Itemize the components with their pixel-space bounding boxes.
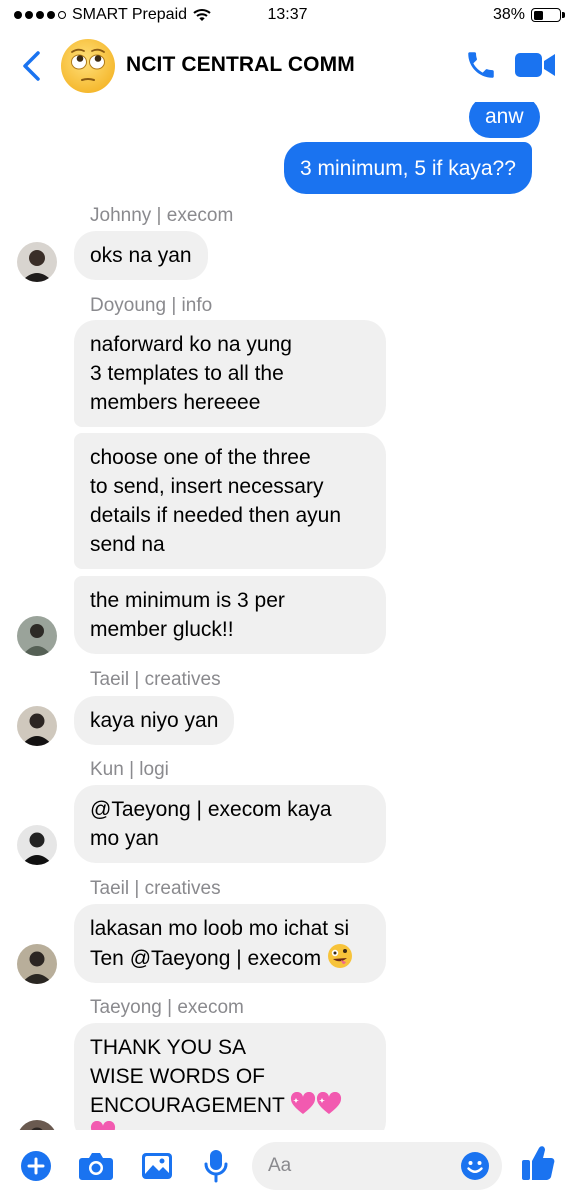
sender-name: Doyoung | info (90, 295, 213, 316)
conversation-header: NCIT CENTRAL COMM (0, 30, 575, 102)
avatar[interactable] (17, 1120, 57, 1130)
message-text: 3 minimum, 5 if kaya?? (300, 157, 516, 180)
sparkling-heart-emoji-icon (291, 1092, 316, 1114)
conversation-title[interactable]: NCIT CENTRAL COMM (126, 53, 355, 77)
profile-photo-icon (17, 1120, 57, 1130)
avatar[interactable] (17, 944, 57, 984)
status-bar: SMART Prepaid 13:37 38% (0, 0, 575, 30)
sender-name: Taeil | creatives (90, 669, 221, 690)
sender-name: Taeyong | execom (90, 997, 244, 1018)
message-text-line (90, 1120, 370, 1130)
message-bubble-sent[interactable]: anw (469, 102, 540, 138)
avatar[interactable] (17, 616, 57, 656)
message-text: oks na yan (90, 244, 192, 267)
emoji-smiley-icon[interactable] (460, 1151, 490, 1181)
message-input[interactable] (268, 1154, 448, 1178)
message-text: @Taeyong | execom kaya mo yan (90, 798, 332, 850)
zany-face-emoji-icon (327, 944, 352, 968)
message-text: anw (485, 105, 524, 128)
avatar[interactable] (17, 825, 57, 865)
message-bubble-received[interactable]: choose one of the three to send, insert … (74, 433, 386, 569)
message-bubble-received[interactable]: oks na yan (74, 231, 208, 280)
message-text: choose one of the three to send, insert … (90, 446, 342, 556)
profile-photo-icon (17, 944, 57, 984)
profile-photo-icon (17, 706, 57, 746)
battery-icon (531, 8, 565, 22)
microphone-icon[interactable] (202, 1148, 230, 1184)
message-bubble-sent[interactable]: 3 minimum, 5 if kaya?? (284, 142, 532, 194)
message-text: lakasan mo loob mo ichat si (90, 917, 350, 940)
message-composer (0, 1130, 575, 1200)
profile-photo-icon (17, 242, 57, 282)
message-text: naforward ko na yung 3 templates to all … (90, 333, 292, 414)
message-bubble-received[interactable]: kaya niyo yan (74, 696, 235, 745)
message-text: kaya niyo yan (90, 709, 219, 732)
message-text: THANK YOU SA (90, 1036, 246, 1059)
message-text-line: ENCOURAGEMENT (90, 1091, 370, 1120)
clock: 13:37 (267, 6, 308, 23)
message-text: the minimum is 3 per member gluck!! (90, 589, 285, 641)
message-list[interactable]: anw 3 minimum, 5 if kaya?? Johnny | exec… (0, 102, 575, 1130)
avatar[interactable] (17, 242, 57, 282)
message-text: Ten @Taeyong | execom (90, 947, 322, 970)
avatar[interactable] (17, 706, 57, 746)
message-bubble-received[interactable]: lakasan mo loob mo ichat si Ten @Taeyong… (74, 904, 386, 983)
battery-percent: 38% (492, 6, 525, 23)
plus-circle-icon[interactable] (20, 1150, 52, 1182)
message-bubble-received[interactable]: the minimum is 3 per member gluck!! (74, 576, 386, 654)
thumbs-up-icon[interactable] (520, 1144, 556, 1182)
message-bubble-received[interactable]: @Taeyong | execom kaya mo yan (74, 785, 386, 863)
message-input-container (252, 1142, 502, 1190)
photo-gallery-icon[interactable] (140, 1150, 174, 1182)
message-bubble-received[interactable]: THANK YOU SA WISE WORDS OF ENCOURAGEMENT (74, 1023, 386, 1130)
sender-name: Taeil | creatives (90, 878, 221, 899)
profile-photo-icon (17, 616, 57, 656)
message-text: ENCOURAGEMENT (90, 1094, 285, 1117)
back-chevron-icon[interactable] (18, 50, 46, 82)
camera-icon[interactable] (78, 1150, 114, 1182)
battery-group: 38% (492, 6, 565, 24)
message-text: WISE WORDS OF (90, 1065, 265, 1088)
sender-name: Kun | logi (90, 759, 169, 780)
message-bubble-received[interactable]: naforward ko na yung 3 templates to all … (74, 320, 386, 427)
message-text-line: Ten @Taeyong | execom (90, 943, 370, 973)
profile-photo-icon (17, 825, 57, 865)
sparkling-heart-emoji-icon (90, 1121, 116, 1130)
phone-call-icon[interactable] (464, 48, 498, 82)
sender-name: Johnny | execom (90, 205, 234, 226)
sparkling-heart-emoji-icon (317, 1092, 342, 1114)
group-avatar-rolling-eyes-icon[interactable] (60, 38, 116, 94)
video-call-icon[interactable] (514, 50, 556, 80)
